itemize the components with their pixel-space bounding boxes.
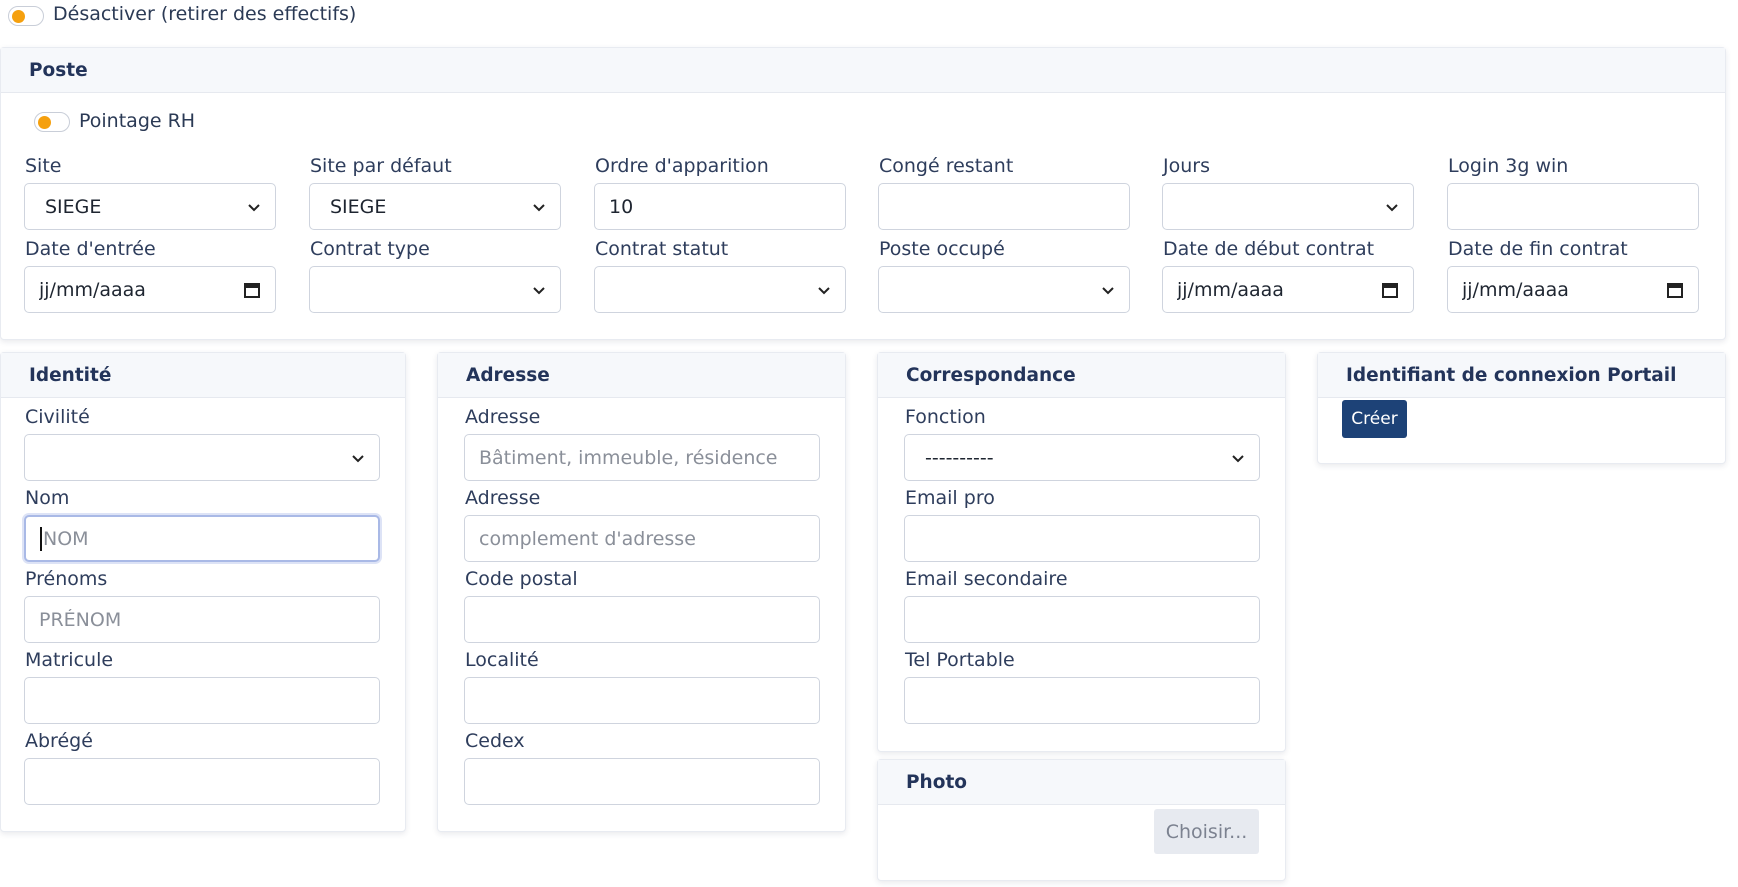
date-debut-value: jj/mm/aaaa — [1177, 278, 1284, 301]
site-defaut-value: SIEGE — [330, 195, 387, 218]
calendar-icon[interactable] — [243, 281, 261, 299]
chevron-down-icon — [533, 286, 545, 294]
date-debut-label: Date de début contrat — [1163, 238, 1375, 260]
email-pro-label: Email pro — [905, 487, 995, 509]
contrat-statut-select[interactable] — [594, 266, 846, 313]
civilite-select[interactable] — [24, 434, 380, 481]
chevron-down-icon — [352, 454, 364, 462]
pointage-toggle[interactable] — [34, 112, 70, 132]
contrat-type-select[interactable] — [309, 266, 561, 313]
toggle-knob — [12, 9, 25, 23]
calendar-icon[interactable] — [1666, 281, 1684, 299]
adresse1-input[interactable]: Bâtiment, immeuble, résidence — [464, 434, 820, 481]
deactivate-toggle[interactable] — [8, 6, 44, 26]
ordre-label: Ordre d'apparition — [595, 155, 769, 177]
correspondance-header: Correspondance — [878, 353, 1285, 398]
date-fin-input[interactable]: jj/mm/aaaa — [1447, 266, 1699, 313]
localite-label: Localité — [465, 649, 539, 671]
date-entree-value: jj/mm/aaaa — [39, 278, 146, 301]
chevron-down-icon — [1102, 286, 1114, 294]
matricule-label: Matricule — [25, 649, 114, 671]
date-entree-input[interactable]: jj/mm/aaaa — [24, 266, 276, 313]
civilite-label: Civilité — [25, 406, 90, 428]
ordre-input[interactable]: 10 — [594, 183, 846, 230]
pointage-label: Pointage RH — [79, 110, 196, 132]
photo-header: Photo — [878, 760, 1285, 805]
fonction-select[interactable]: ---------- — [904, 434, 1260, 481]
abrege-input[interactable] — [24, 758, 380, 805]
portail-header: Identifiant de connexion Portail — [1318, 353, 1725, 398]
date-debut-input[interactable]: jj/mm/aaaa — [1162, 266, 1414, 313]
calendar-icon[interactable] — [1381, 281, 1399, 299]
adresse2-label: Adresse — [465, 487, 541, 509]
fonction-value: ---------- — [925, 446, 994, 469]
poste-header: Poste — [1, 48, 1725, 93]
chevron-down-icon — [818, 286, 830, 294]
date-entree-label: Date d'entrée — [25, 238, 156, 260]
adresse2-input[interactable]: complement d'adresse — [464, 515, 820, 562]
email-sec-input[interactable] — [904, 596, 1260, 643]
jours-label: Jours — [1163, 155, 1210, 177]
cedex-input[interactable] — [464, 758, 820, 805]
nom-label: Nom — [25, 487, 70, 509]
email-sec-label: Email secondaire — [905, 568, 1068, 590]
prenoms-placeholder: PRÉNOM — [39, 608, 122, 631]
chevron-down-icon — [248, 203, 260, 211]
code-postal-input[interactable] — [464, 596, 820, 643]
choose-file-button[interactable]: Choisir... — [1154, 809, 1259, 854]
abrege-label: Abrégé — [25, 730, 93, 752]
prenoms-input[interactable]: PRÉNOM — [24, 596, 380, 643]
jours-select[interactable] — [1162, 183, 1414, 230]
matricule-input[interactable] — [24, 677, 380, 724]
poste-occupe-select[interactable] — [878, 266, 1130, 313]
identite-header: Identité — [1, 353, 405, 398]
adresse-header: Adresse — [438, 353, 845, 398]
tel-input[interactable] — [904, 677, 1260, 724]
deactivate-label: Désactiver (retirer des effectifs) — [53, 3, 357, 25]
poste-occupe-label: Poste occupé — [879, 238, 1005, 260]
date-fin-label: Date de fin contrat — [1448, 238, 1628, 260]
adresse1-label: Adresse — [465, 406, 541, 428]
chevron-down-icon — [533, 203, 545, 211]
text-caret — [40, 526, 42, 551]
date-fin-value: jj/mm/aaaa — [1462, 278, 1569, 301]
adresse2-placeholder: complement d'adresse — [479, 527, 696, 550]
ordre-value: 10 — [609, 195, 634, 218]
nom-placeholder: NOM — [43, 527, 89, 550]
prenoms-label: Prénoms — [25, 568, 108, 590]
chevron-down-icon — [1386, 203, 1398, 211]
create-button[interactable]: Créer — [1342, 400, 1407, 438]
email-pro-input[interactable] — [904, 515, 1260, 562]
contrat-type-label: Contrat type — [310, 238, 430, 260]
conge-input[interactable] — [878, 183, 1130, 230]
login-input[interactable] — [1447, 183, 1699, 230]
login-label: Login 3g win — [1448, 155, 1569, 177]
site-value: SIEGE — [45, 195, 102, 218]
cedex-label: Cedex — [465, 730, 525, 752]
contrat-statut-label: Contrat statut — [595, 238, 729, 260]
localite-input[interactable] — [464, 677, 820, 724]
code-postal-label: Code postal — [465, 568, 578, 590]
fonction-label: Fonction — [905, 406, 986, 428]
site-defaut-select[interactable]: SIEGE — [309, 183, 561, 230]
site-defaut-label: Site par défaut — [310, 155, 452, 177]
adresse1-placeholder: Bâtiment, immeuble, résidence — [479, 446, 778, 469]
nom-input[interactable]: NOM — [24, 515, 380, 562]
chevron-down-icon — [1232, 454, 1244, 462]
tel-label: Tel Portable — [905, 649, 1015, 671]
toggle-knob — [38, 115, 51, 129]
site-label: Site — [25, 155, 62, 177]
site-select[interactable]: SIEGE — [24, 183, 276, 230]
conge-label: Congé restant — [879, 155, 1014, 177]
